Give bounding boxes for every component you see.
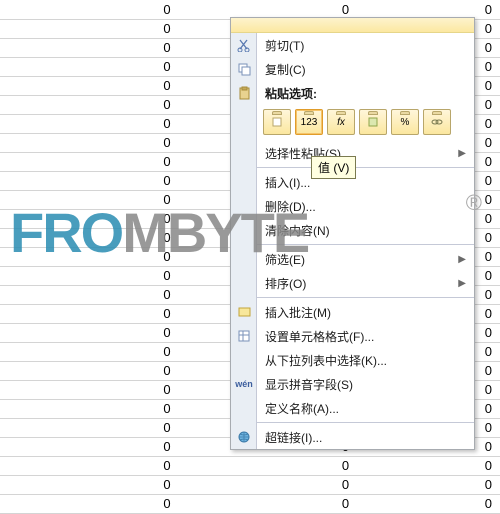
cell[interactable]: 0	[0, 323, 179, 342]
menu-label: 删除(D)...	[257, 198, 474, 215]
cell[interactable]: 0	[0, 380, 179, 399]
cell[interactable]: 0	[0, 0, 179, 19]
cell[interactable]: 0	[0, 437, 179, 456]
cell[interactable]: 0	[0, 285, 179, 304]
cell[interactable]: 0	[179, 494, 358, 513]
menu-define-name[interactable]: 定义名称(A)...	[257, 396, 474, 420]
menu-copy[interactable]: 复制(C)	[257, 57, 474, 81]
menu-label: 显示拼音字段(S)	[257, 376, 474, 393]
menu-delete[interactable]: 删除(D)...	[257, 194, 474, 218]
paste-options-row: 123fx%	[257, 105, 474, 141]
menu-show-pinyin[interactable]: wén 显示拼音字段(S)	[257, 372, 474, 396]
cell[interactable]: 0	[0, 190, 179, 209]
menu-insert-comment[interactable]: 插入批注(M)	[257, 300, 474, 324]
cell[interactable]: 0	[0, 456, 179, 475]
menu-separator	[257, 167, 474, 168]
cell[interactable]: 0	[0, 114, 179, 133]
cell[interactable]: 0	[0, 399, 179, 418]
menu-label: 选择性粘贴(S)...	[257, 145, 458, 162]
cell[interactable]: 0	[0, 133, 179, 152]
cell[interactable]: 0	[0, 57, 179, 76]
cell[interactable]: 0	[0, 76, 179, 95]
cell[interactable]: 0	[0, 304, 179, 323]
cell[interactable]: 0	[0, 228, 179, 247]
paste-format[interactable]	[359, 109, 387, 135]
menu-pick-from-list[interactable]: 从下拉列表中选择(K)...	[257, 348, 474, 372]
cell[interactable]: 0	[0, 494, 179, 513]
menu-insert[interactable]: 插入(I)...	[257, 170, 474, 194]
cell[interactable]: 0	[0, 152, 179, 171]
cell[interactable]: 0	[179, 475, 358, 494]
copy-icon	[231, 57, 257, 81]
cell[interactable]: 0	[179, 456, 358, 475]
submenu-arrow-icon: ▶	[458, 254, 474, 265]
menu-separator	[257, 244, 474, 245]
menu-separator	[257, 297, 474, 298]
menu-filter[interactable]: 筛选(E) ▶	[257, 247, 474, 271]
menu-label: 插入(I)...	[257, 174, 474, 191]
context-menu: 剪切(T) 复制(C) 粘贴选项: 123fx% 选择性粘贴(S)... ▶ 插…	[230, 17, 475, 450]
paste-formulas[interactable]: fx	[327, 109, 355, 135]
menu-separator	[257, 422, 474, 423]
menu-sort[interactable]: 排序(O) ▶	[257, 271, 474, 295]
menu-title-bar	[231, 18, 474, 33]
clipboard-icon	[231, 81, 257, 105]
cell[interactable]: 0	[0, 38, 179, 57]
menu-paste-special[interactable]: 选择性粘贴(S)... ▶	[257, 141, 474, 165]
menu-format-cells[interactable]: 设置单元格格式(F)...	[257, 324, 474, 348]
menu-paste-options-header: 粘贴选项:	[257, 81, 474, 105]
cell[interactable]: 0	[0, 209, 179, 228]
cell[interactable]: 0	[0, 247, 179, 266]
menu-clear[interactable]: 清除内容(N)	[257, 218, 474, 242]
cell[interactable]: 0	[0, 171, 179, 190]
menu-label: 清除内容(N)	[257, 222, 474, 239]
cut-icon	[231, 33, 257, 57]
paste-all[interactable]	[263, 109, 291, 135]
cell[interactable]: 0	[357, 494, 500, 513]
pinyin-icon: wén	[231, 372, 257, 396]
menu-label: 粘贴选项:	[257, 85, 474, 102]
menu-label: 插入批注(M)	[257, 304, 474, 321]
cell[interactable]: 0	[0, 342, 179, 361]
menu-label: 从下拉列表中选择(K)...	[257, 352, 474, 369]
menu-label: 剪切(T)	[257, 37, 474, 54]
menu-cut[interactable]: 剪切(T)	[257, 33, 474, 57]
cell[interactable]: 0	[357, 456, 500, 475]
cell[interactable]: 0	[0, 19, 179, 38]
paste-values[interactable]: 123	[295, 109, 323, 135]
menu-label: 超链接(I)...	[257, 429, 474, 446]
menu-label: 复制(C)	[257, 61, 474, 78]
menu-label: 设置单元格格式(F)...	[257, 328, 474, 345]
paste-link[interactable]	[423, 109, 451, 135]
registered-mark: ®	[466, 190, 482, 216]
cell[interactable]: 0	[357, 475, 500, 494]
paste-percent[interactable]: %	[391, 109, 419, 135]
format-icon	[231, 324, 257, 348]
cell[interactable]: 0	[0, 266, 179, 285]
paste-option-tooltip: 值 (V)	[311, 156, 356, 179]
cell[interactable]: 0	[0, 475, 179, 494]
hyperlink-icon	[231, 425, 257, 449]
submenu-arrow-icon: ▶	[458, 278, 474, 289]
cell[interactable]: 0	[0, 361, 179, 380]
menu-hyperlink[interactable]: 超链接(I)...	[257, 425, 474, 449]
menu-label: 定义名称(A)...	[257, 400, 474, 417]
submenu-arrow-icon: ▶	[458, 148, 474, 159]
cell[interactable]: 0	[0, 418, 179, 437]
menu-label: 排序(O)	[257, 275, 458, 292]
comment-icon	[231, 300, 257, 324]
cell[interactable]: 0	[0, 95, 179, 114]
menu-label: 筛选(E)	[257, 251, 458, 268]
